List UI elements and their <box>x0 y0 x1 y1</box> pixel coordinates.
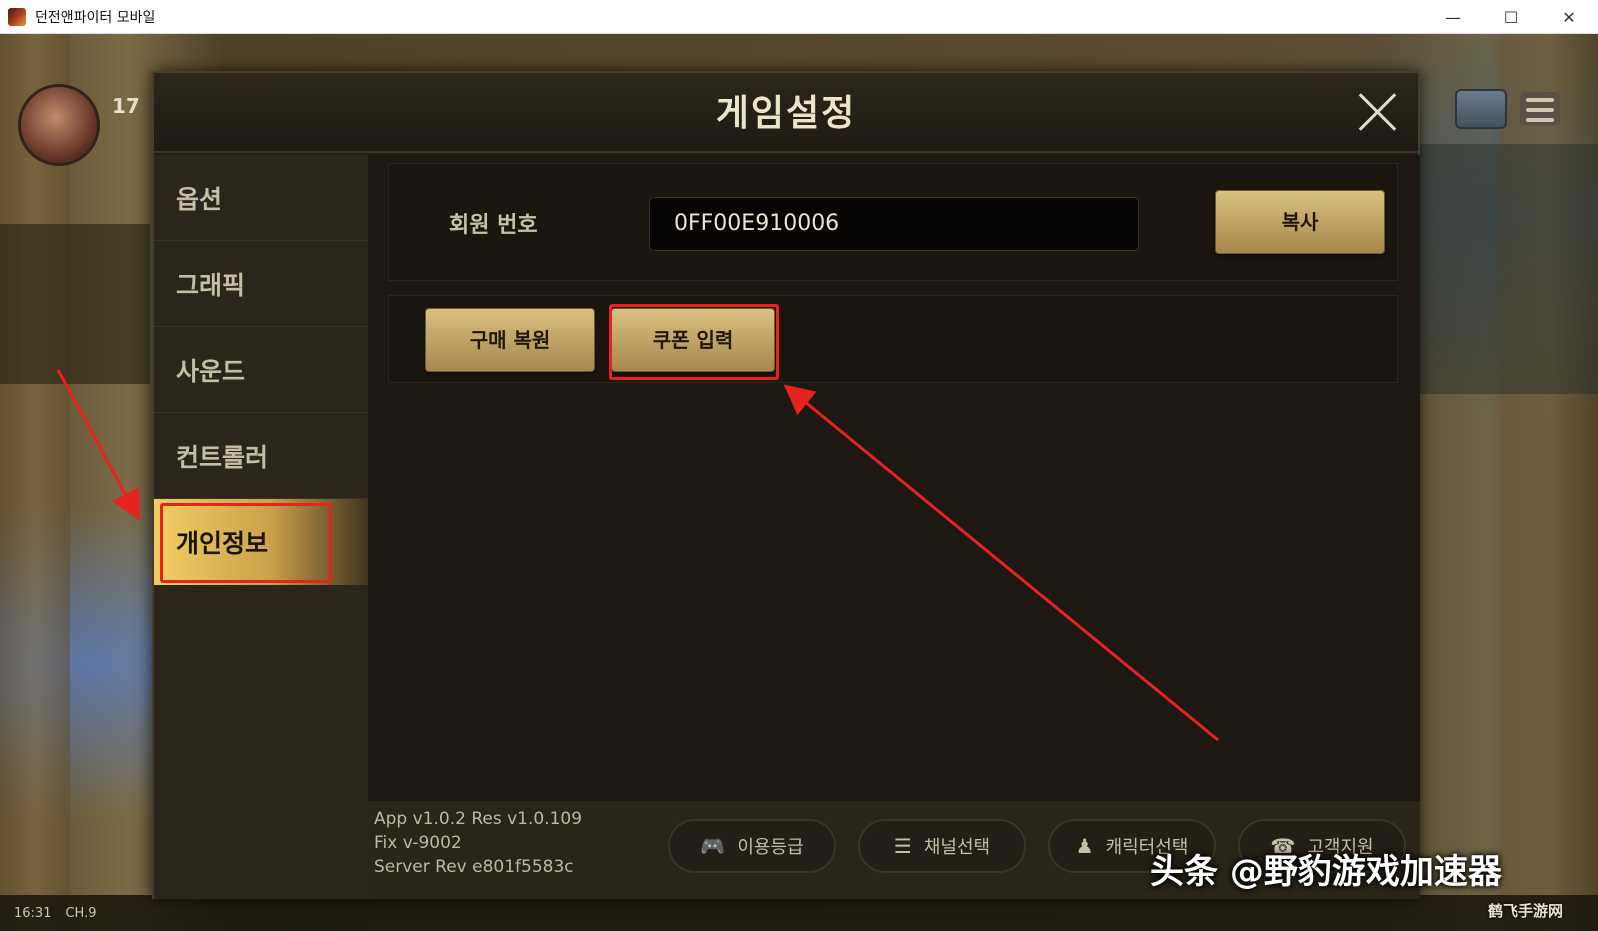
mail-icon[interactable] <box>1455 89 1507 129</box>
sidebar-item-label: 사운드 <box>176 356 246 386</box>
settings-dialog: 게임설정 옵션 그래픽 사운드 컨트롤러 개인정보 회원 번호 0FF00E91… <box>152 71 1420 899</box>
settings-sidebar: 옵션 그래픽 사운드 컨트롤러 개인정보 <box>154 155 368 899</box>
bottom-hud-bar: 16:31 CH.9 <box>0 895 1598 931</box>
maximize-button[interactable]: ☐ <box>1482 0 1540 34</box>
channel-text: CH.9 <box>65 905 97 921</box>
footer-button-label: 이용등급 <box>737 837 804 858</box>
window-title: 던전앤파이터 모바일 <box>35 9 156 26</box>
member-number-label: 회원 번호 <box>449 213 538 238</box>
clock-text: 16:31 <box>14 905 52 921</box>
watermark-corner: 鹤飞手游网 <box>1488 902 1564 920</box>
window-close-button[interactable]: ✕ <box>1540 0 1598 34</box>
version-line: Server Rev e801f5583c <box>374 857 574 877</box>
sidebar-item-sound[interactable]: 사운드 <box>154 327 368 413</box>
minimize-button[interactable]: — <box>1424 0 1482 34</box>
app-icon <box>8 7 26 26</box>
event-panel[interactable] <box>1418 144 1598 394</box>
footer-button-label: 채널선택 <box>923 837 991 858</box>
sidebar-item-label: 컨트롤러 <box>176 442 269 472</box>
sidebar-item-label: 옵션 <box>176 184 223 214</box>
actions-row: 구매 복원 쿠폰 입력 <box>388 295 1398 383</box>
close-icon[interactable] <box>1356 91 1398 133</box>
version-info: App v1.0.2 Res v1.0.109 Fix v-9002 Serve… <box>374 807 582 879</box>
annotation-highlight-box <box>160 503 332 583</box>
background-tree <box>0 34 70 931</box>
sidebar-item-controller[interactable]: 컨트롤러 <box>154 413 368 499</box>
member-number-row: 회원 번호 0FF00E910006 복사 <box>388 163 1398 281</box>
channel-select-button[interactable]: ☰ 채널선택 <box>858 819 1026 873</box>
character-level: 17 <box>112 94 140 118</box>
character-icon: ♟ <box>1075 834 1094 858</box>
menu-icon[interactable] <box>1520 92 1560 126</box>
annotation-highlight-box <box>609 304 779 380</box>
dialog-header: 게임설정 <box>154 73 1418 153</box>
sidebar-item-label: 그래픽 <box>176 270 246 300</box>
rating-button[interactable]: 🎮 이용등급 <box>668 819 836 873</box>
window-titlebar: 던전앤파이터 모바일 — ☐ ✕ <box>0 0 1598 34</box>
version-line: Fix v-9002 <box>374 833 462 853</box>
member-number-field[interactable]: 0FF00E910006 <box>649 197 1139 251</box>
privacy-content: 회원 번호 0FF00E910006 복사 구매 복원 쿠폰 입력 <box>368 155 1420 801</box>
list-icon: ☰ <box>893 834 912 858</box>
restore-purchase-button[interactable]: 구매 복원 <box>425 308 595 372</box>
character-portrait[interactable] <box>18 84 100 166</box>
gamepad-icon: 🎮 <box>700 834 726 858</box>
quest-panel[interactable] <box>0 224 150 384</box>
window-controls: — ☐ ✕ <box>1424 0 1598 34</box>
dialog-title: 게임설정 <box>715 92 857 134</box>
sidebar-item-graphics[interactable]: 그래픽 <box>154 241 368 327</box>
copy-button[interactable]: 복사 <box>1215 190 1385 254</box>
version-line: App v1.0.2 Res v1.0.109 <box>374 809 583 829</box>
sidebar-item-options[interactable]: 옵션 <box>154 155 368 241</box>
watermark-text: 头条 @野豹游戏加速器 <box>1150 852 1502 892</box>
